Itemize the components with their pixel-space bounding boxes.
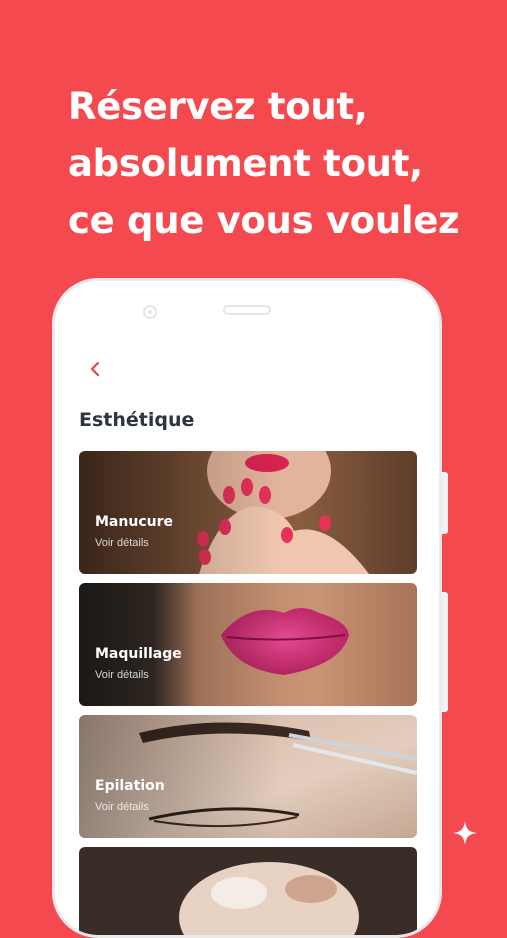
category-details-link[interactable]: Voir détails (95, 669, 149, 681)
headline: Réservez tout, absolument tout, ce que v… (68, 78, 488, 249)
category-details-link[interactable]: Voir détails (95, 537, 149, 549)
category-card-manucure[interactable]: Manucure Voir détails (79, 451, 417, 574)
headline-line-3: ce que vous voulez (68, 199, 460, 242)
category-list: Manucure Voir détails Maquillage Voir dé… (79, 451, 417, 935)
headline-line-2: absolument tout, (68, 142, 423, 185)
facial-image (79, 847, 417, 935)
category-card-maquillage[interactable]: Maquillage Voir détails (79, 583, 417, 706)
page-title: Esthétique (79, 409, 195, 431)
phone-side-button-top (442, 472, 448, 534)
category-card-epilation[interactable]: Epilation Voir détails (79, 715, 417, 838)
category-title: Manucure (95, 514, 173, 530)
sparkle-icon (453, 821, 477, 845)
headline-line-1: Réservez tout, (68, 85, 368, 128)
camera-icon (143, 305, 157, 319)
category-details-link[interactable]: Voir détails (95, 801, 149, 813)
card-overlay (79, 715, 417, 838)
card-overlay (79, 583, 417, 706)
chevron-left-icon (90, 361, 100, 377)
phone-frame: Esthétique Manucure Voir détails Maquill… (52, 278, 442, 938)
phone-side-button-bottom (442, 592, 448, 712)
back-button[interactable] (85, 357, 105, 381)
card-overlay (79, 451, 417, 574)
category-title: Maquillage (95, 646, 182, 662)
category-card-partial[interactable] (79, 847, 417, 935)
speaker-grille (223, 305, 271, 315)
category-title: Epilation (95, 778, 165, 794)
